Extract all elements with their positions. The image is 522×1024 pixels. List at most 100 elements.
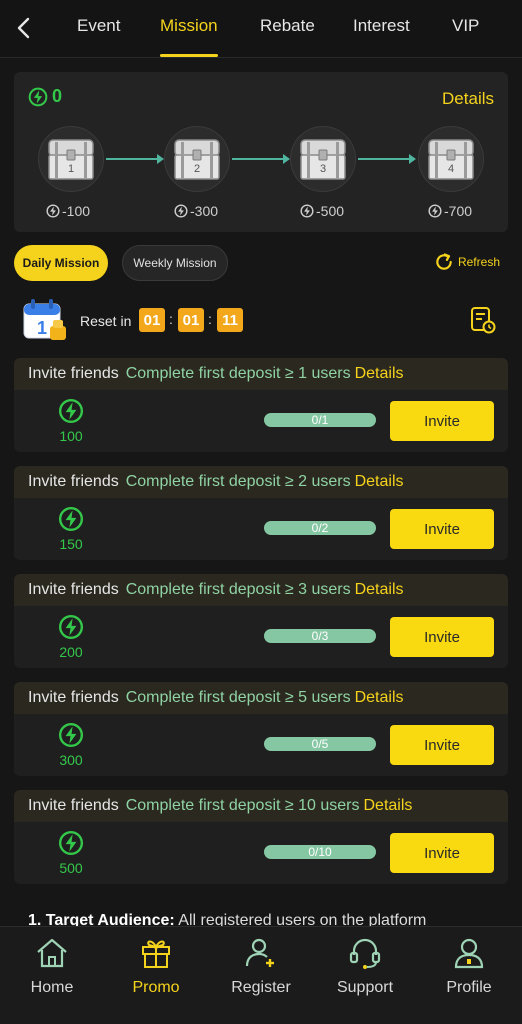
- refresh-button[interactable]: Refresh: [434, 252, 500, 272]
- invite-button[interactable]: Invite: [390, 833, 494, 873]
- mission-type: Invite friends: [28, 689, 119, 706]
- tab-rebate[interactable]: Rebate: [260, 16, 315, 36]
- headset-icon: [349, 938, 381, 969]
- progress-text: 0/1: [311, 413, 329, 427]
- coin-balance-value: 0: [52, 86, 63, 106]
- mission-details-link[interactable]: Details: [364, 797, 413, 815]
- invite-button[interactable]: Invite: [390, 725, 494, 765]
- mission-header: Invite friends Complete first deposit ≥ …: [14, 682, 508, 714]
- mission-header: Invite friends Complete first deposit ≥ …: [14, 358, 508, 390]
- chest-cost-value: -100: [62, 203, 91, 219]
- mission-description: Complete first deposit ≥ 3 users: [125, 581, 351, 598]
- progress-arrow: [232, 154, 290, 164]
- invite-button[interactable]: Invite: [390, 617, 494, 657]
- mission-reward: 300: [59, 752, 83, 768]
- nav-profile[interactable]: Profile: [424, 935, 514, 997]
- progress-text: 0/2: [311, 521, 329, 535]
- treasure-chest-icon: [428, 139, 474, 180]
- chest-2[interactable]: 2: [164, 126, 230, 192]
- mission-type: Invite friends: [28, 365, 119, 382]
- top-tab-bar: Event Mission Rebate Interest VIP: [0, 0, 522, 58]
- mission-card: Invite friends Complete first deposit ≥ …: [14, 682, 508, 776]
- energy-coin-icon: [58, 830, 84, 856]
- reset-label: Reset in: [80, 313, 132, 329]
- chest-1[interactable]: 1: [38, 126, 104, 192]
- bottom-navigation: Home Promo Register Support Profile: [0, 926, 522, 1024]
- coin-balance: 0: [28, 86, 62, 107]
- mission-type: Invite friends: [28, 581, 119, 598]
- chest-number: 1: [67, 163, 75, 175]
- mission-details-link[interactable]: Details: [355, 473, 404, 491]
- chevron-left-icon: [17, 17, 30, 39]
- mission-progress-bar: 0/1: [264, 413, 376, 427]
- timer-hours: 01: [139, 308, 165, 332]
- mission-type: Invite friends: [28, 473, 119, 490]
- chest-cost-value: -300: [190, 203, 219, 219]
- tab-event[interactable]: Event: [77, 16, 120, 36]
- nav-support-label: Support: [336, 979, 394, 996]
- treasure-chest-icon: [48, 139, 94, 180]
- progress-text: 0/10: [308, 845, 332, 859]
- home-icon: [37, 938, 67, 968]
- progress-text: 0/3: [311, 629, 329, 643]
- treasure-chest-icon: [300, 139, 346, 180]
- energy-coin-icon: [58, 614, 84, 640]
- chest-cost: -300: [174, 203, 218, 219]
- timer-minutes: 01: [178, 308, 204, 332]
- chest-number: 2: [193, 163, 201, 175]
- progress-arrow: [358, 154, 416, 164]
- energy-coin-icon: [28, 87, 48, 106]
- tab-interest[interactable]: Interest: [353, 16, 410, 36]
- mission-progress-bar: 0/2: [264, 521, 376, 535]
- nav-home[interactable]: Home: [7, 935, 97, 997]
- gift-icon: [142, 940, 170, 968]
- back-button[interactable]: [10, 14, 38, 42]
- chest-number: 4: [447, 163, 455, 175]
- energy-coin-icon: [300, 204, 314, 218]
- mission-card: Invite friends Complete first deposit ≥ …: [14, 790, 508, 884]
- energy-coin-icon: [174, 204, 188, 218]
- chest-cost-value: -500: [316, 203, 345, 219]
- mission-details-link[interactable]: Details: [355, 689, 404, 707]
- mission-record-icon[interactable]: [470, 306, 496, 334]
- daily-mission-toggle[interactable]: Daily Mission: [14, 245, 108, 281]
- mission-reward: 150: [59, 536, 83, 552]
- mission-card: Invite friends Complete first deposit ≥ …: [14, 574, 508, 668]
- mission-description: Complete first deposit ≥ 2 users: [125, 473, 351, 490]
- weekly-mission-toggle[interactable]: Weekly Mission: [122, 245, 228, 281]
- energy-coin-icon: [58, 398, 84, 424]
- refresh-icon: [436, 253, 452, 270]
- mission-details-link[interactable]: Details: [355, 581, 404, 599]
- invite-button[interactable]: Invite: [390, 401, 494, 441]
- mission-description: Complete first deposit ≥ 1 users: [125, 365, 351, 382]
- chest-4[interactable]: 4: [418, 126, 484, 192]
- nav-promo-label: Promo: [132, 979, 180, 996]
- rewards-details-link[interactable]: Details: [442, 89, 494, 109]
- nav-home-label: Home: [30, 979, 74, 996]
- profile-icon: [454, 938, 484, 969]
- svg-text:1: 1: [37, 318, 47, 338]
- nav-register[interactable]: Register: [216, 935, 306, 997]
- active-tab-indicator: [160, 54, 218, 57]
- mission-header: Invite friends Complete first deposit ≥ …: [14, 790, 508, 822]
- progress-text: 0/5: [311, 737, 329, 751]
- mission-card: Invite friends Complete first deposit ≥ …: [14, 358, 508, 452]
- mission-details-link[interactable]: Details: [355, 365, 404, 383]
- timer-separator: :: [208, 311, 212, 327]
- tab-mission[interactable]: Mission: [160, 16, 218, 36]
- chest-cost: -100: [46, 203, 90, 219]
- invite-button[interactable]: Invite: [390, 509, 494, 549]
- energy-coin-icon: [428, 204, 442, 218]
- mission-type: Invite friends: [28, 797, 119, 814]
- chest-3[interactable]: 3: [290, 126, 356, 192]
- mission-progress-bar: 0/3: [264, 629, 376, 643]
- nav-support[interactable]: Support: [320, 935, 410, 997]
- nav-promo[interactable]: Promo: [111, 935, 201, 997]
- tab-vip[interactable]: VIP: [452, 16, 479, 36]
- mission-header: Invite friends Complete first deposit ≥ …: [14, 466, 508, 498]
- refresh-label: Refresh: [457, 255, 500, 269]
- mission-description: Complete first deposit ≥ 10 users: [125, 797, 360, 814]
- mission-reward: 200: [59, 644, 83, 660]
- mission-header: Invite friends Complete first deposit ≥ …: [14, 574, 508, 606]
- calendar-icon: 1: [23, 299, 66, 340]
